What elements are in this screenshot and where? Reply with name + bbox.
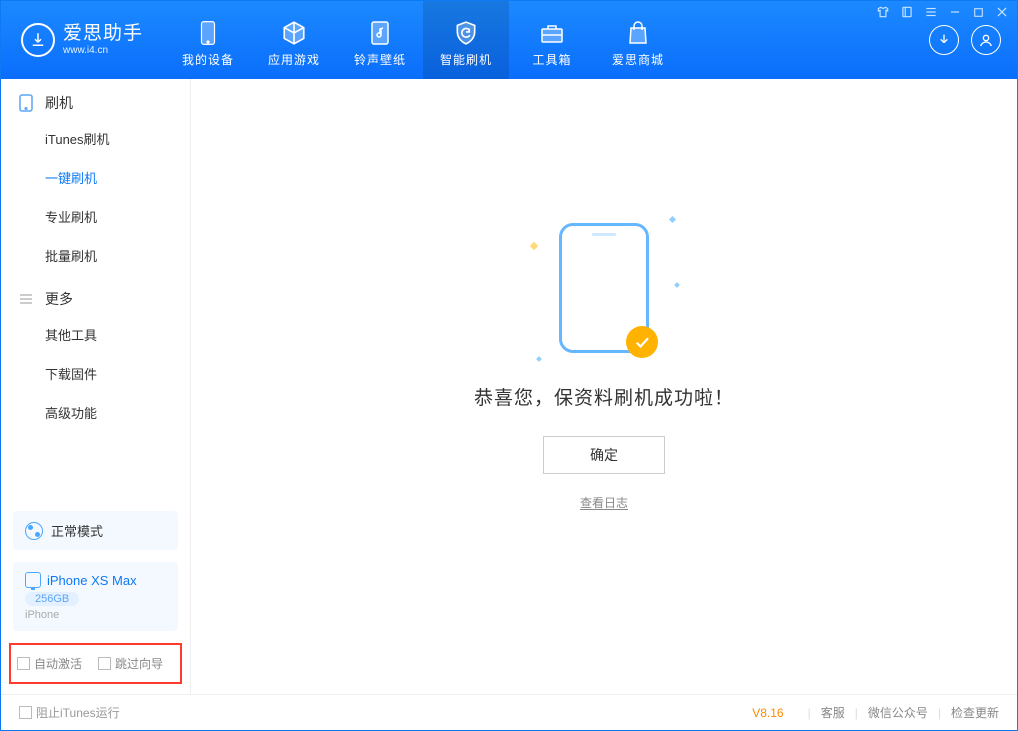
sidebar: 刷机 iTunes刷机 一键刷机 专业刷机 批量刷机 更多 其他工具 下载固件 … [1, 79, 191, 694]
app-header: 爱思助手 www.i4.cn 我的设备 应用游戏 铃声壁纸 智能刷机 [1, 1, 1017, 79]
block-itunes-checkbox[interactable]: 阻止iTunes运行 [19, 704, 120, 721]
sidebar-item-download-firmware[interactable]: 下载固件 [45, 354, 190, 393]
nav-apps-games[interactable]: 应用游戏 [251, 1, 337, 79]
device-mode-label: 正常模式 [51, 521, 103, 540]
device-mode-card[interactable]: 正常模式 [13, 511, 178, 550]
device-name: iPhone XS Max [47, 573, 137, 588]
cube-icon [281, 19, 307, 47]
download-manager-button[interactable] [929, 25, 959, 55]
app-title: 爱思助手 [63, 24, 143, 45]
device-info-card[interactable]: iPhone XS Max 256GB iPhone [13, 562, 178, 631]
footer-link-support[interactable]: 客服 [821, 704, 845, 721]
checkmark-icon [626, 326, 658, 358]
sidebar-item-pro-flash[interactable]: 专业刷机 [45, 197, 190, 236]
device-capacity-badge: 256GB [25, 592, 79, 606]
minimize-button[interactable] [948, 5, 962, 22]
device-icon [25, 572, 41, 588]
sidebar-item-itunes-flash[interactable]: iTunes刷机 [45, 119, 190, 158]
sidebar-item-oneclick-flash[interactable]: 一键刷机 [45, 158, 190, 197]
footer-link-update[interactable]: 检查更新 [951, 704, 999, 721]
success-illustration [559, 223, 649, 353]
toolbox-icon [539, 19, 565, 47]
device-type: iPhone [25, 609, 166, 621]
mode-icon [25, 522, 43, 540]
view-log-link[interactable]: 查看日志 [580, 494, 628, 511]
nav-smart-flash[interactable]: 智能刷机 [423, 1, 509, 79]
refresh-shield-icon [453, 19, 479, 47]
main-nav: 我的设备 应用游戏 铃声壁纸 智能刷机 工具箱 爱思商城 [165, 1, 681, 79]
notebook-icon[interactable] [900, 5, 914, 22]
main-content: 恭喜您，保资料刷机成功啦！ 确定 查看日志 [191, 79, 1017, 694]
skip-guide-checkbox[interactable]: 跳过向导 [98, 655, 163, 672]
version-label: V8.16 [752, 706, 783, 720]
logo-icon [21, 23, 55, 57]
sidebar-section-more: 更多 [1, 275, 190, 315]
phone-icon [19, 94, 35, 112]
account-button[interactable] [971, 25, 1001, 55]
menu-icon[interactable] [924, 5, 938, 22]
music-file-icon [368, 19, 392, 47]
flash-options-highlight: 自动激活 跳过向导 [9, 643, 182, 684]
maximize-button[interactable] [972, 6, 985, 22]
footer-link-wechat[interactable]: 微信公众号 [868, 704, 928, 721]
nav-my-device[interactable]: 我的设备 [165, 1, 251, 79]
nav-ringtones-wallpapers[interactable]: 铃声壁纸 [337, 1, 423, 79]
sidebar-item-advanced[interactable]: 高级功能 [45, 393, 190, 432]
close-button[interactable] [995, 5, 1009, 22]
auto-activate-checkbox[interactable]: 自动激活 [17, 655, 82, 672]
nav-store[interactable]: 爱思商城 [595, 1, 681, 79]
sidebar-item-batch-flash[interactable]: 批量刷机 [45, 236, 190, 275]
shirt-icon[interactable] [876, 5, 890, 22]
window-controls [876, 5, 1009, 22]
list-icon [19, 292, 35, 306]
device-icon [198, 19, 218, 47]
app-url: www.i4.cn [63, 45, 143, 56]
status-bar: 阻止iTunes运行 V8.16 | 客服 | 微信公众号 | 检查更新 [1, 694, 1017, 730]
sidebar-item-other-tools[interactable]: 其他工具 [45, 315, 190, 354]
bag-icon [626, 19, 650, 47]
ok-button[interactable]: 确定 [543, 436, 665, 474]
app-logo: 爱思助手 www.i4.cn [1, 1, 165, 79]
success-message: 恭喜您，保资料刷机成功啦！ [474, 383, 734, 410]
nav-toolbox[interactable]: 工具箱 [509, 1, 595, 79]
sidebar-section-flash: 刷机 [1, 79, 190, 119]
